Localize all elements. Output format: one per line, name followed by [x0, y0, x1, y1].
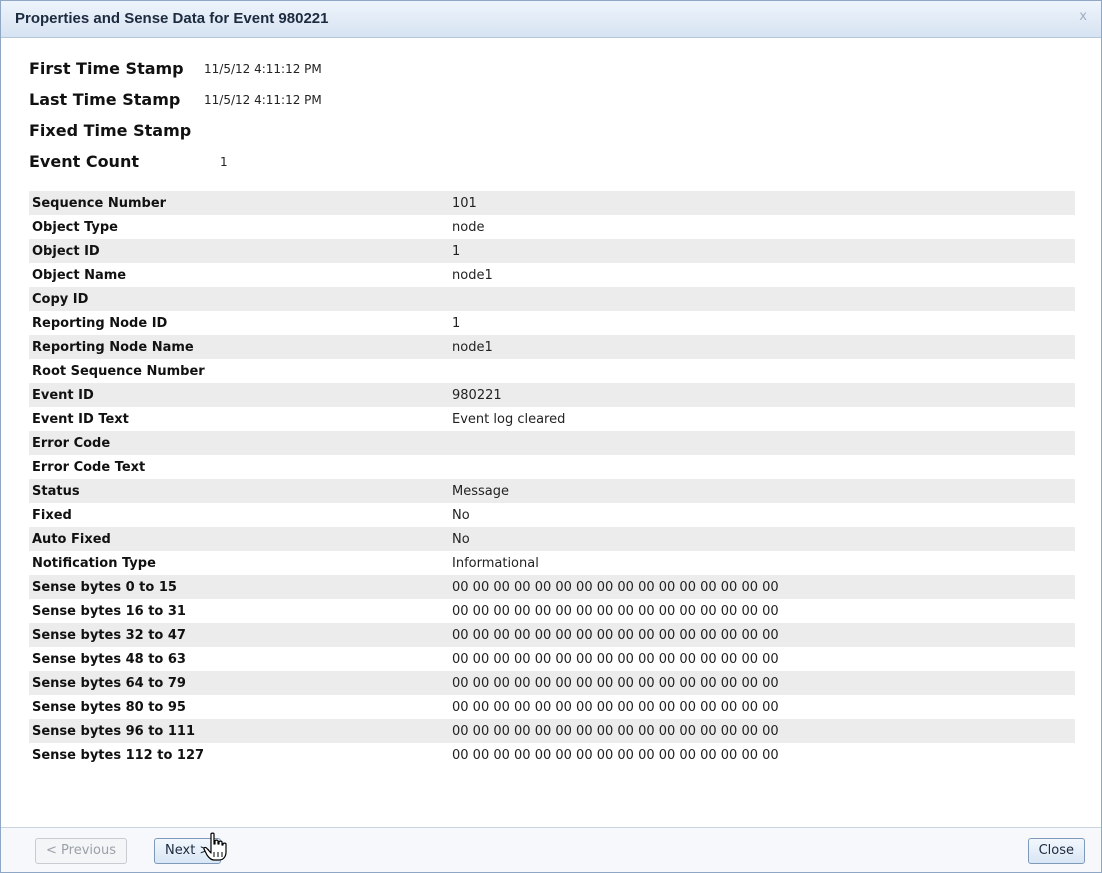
property-row: Sense bytes 64 to 79 00 00 00 00 00 00 00… — [29, 671, 1075, 695]
property-row: Error Code Text — [29, 455, 1075, 479]
property-label: Root Sequence Number — [32, 363, 205, 379]
dialog-titlebar: Properties and Sense Data for Event 9802… — [1, 1, 1101, 38]
property-label: Status — [29, 479, 452, 503]
fixed-time-stamp-label: Fixed Time Stamp — [29, 121, 192, 140]
property-label: Event ID Text — [32, 411, 129, 427]
dialog-footer: < Previous Next > Close — [1, 827, 1101, 872]
first-time-stamp-label: First Time Stamp — [29, 59, 184, 78]
last-time-stamp-value: 11/5/12 4:11:12 PM — [204, 93, 322, 107]
property-row: Copy ID — [29, 287, 1075, 311]
property-value: 00 00 00 00 00 00 00 00 00 00 00 00 00 0… — [452, 719, 1075, 743]
property-label: Notification Type — [32, 555, 156, 571]
property-row: Status Message — [29, 479, 1075, 503]
property-value: node1 — [452, 267, 493, 283]
property-value: 00 00 00 00 00 00 00 00 00 00 00 00 00 0… — [452, 603, 779, 619]
property-row: Notification Type Informational — [29, 551, 1075, 575]
property-row: Object Name node1 — [29, 263, 1075, 287]
hand-pointer-icon — [203, 832, 227, 861]
property-label: Sequence Number — [29, 191, 452, 215]
property-label: Auto Fixed — [29, 527, 452, 551]
property-value: 1 — [452, 315, 461, 331]
property-value — [452, 287, 1075, 311]
property-row: Sense bytes 0 to 15 00 00 00 00 00 00 00 … — [29, 575, 1075, 599]
property-row: Reporting Node Name node1 — [29, 335, 1075, 359]
property-row: Sense bytes 80 to 95 00 00 00 00 00 00 00… — [29, 695, 1075, 719]
property-row: Sequence Number 101 — [29, 191, 1075, 215]
property-row: Event ID Text Event log cleared — [29, 407, 1075, 431]
property-label: Reporting Node Name — [29, 335, 452, 359]
property-value — [452, 359, 1075, 383]
property-row: Object Type node — [29, 215, 1075, 239]
property-label: Sense bytes 80 to 95 — [32, 699, 186, 715]
property-label: Sense bytes 32 to 47 — [29, 623, 452, 647]
properties-table: Sequence Number 101 Object Type node Object … — [29, 191, 1075, 767]
event-count-value: 1 — [220, 155, 228, 169]
property-value: Message — [452, 479, 1075, 503]
last-time-stamp-label: Last Time Stamp — [29, 90, 181, 109]
property-label: Sense bytes 0 to 15 — [29, 575, 452, 599]
property-label: Error Code — [29, 431, 452, 455]
property-label: Sense bytes 16 to 31 — [32, 603, 186, 619]
property-row: Sense bytes 48 to 63 00 00 00 00 00 00 00… — [29, 647, 1075, 671]
property-value: node1 — [452, 335, 1075, 359]
property-label: Event ID — [29, 383, 452, 407]
property-label: Reporting Node ID — [32, 315, 168, 331]
close-button[interactable]: Close — [1027, 838, 1085, 864]
property-value: Event log cleared — [452, 411, 566, 427]
property-label: Sense bytes 96 to 111 — [29, 719, 452, 743]
close-icon[interactable]: x — [1079, 9, 1087, 24]
property-value: 00 00 00 00 00 00 00 00 00 00 00 00 00 0… — [452, 747, 779, 763]
property-label: Copy ID — [29, 287, 452, 311]
property-label: Object ID — [29, 239, 452, 263]
property-label: Object Type — [32, 219, 118, 235]
property-value: node — [452, 219, 485, 235]
property-value: 00 00 00 00 00 00 00 00 00 00 00 00 00 0… — [452, 623, 1075, 647]
property-value: Informational — [452, 555, 539, 571]
property-value: 00 00 00 00 00 00 00 00 00 00 00 00 00 0… — [452, 671, 1075, 695]
property-row: Sense bytes 32 to 47 00 00 00 00 00 00 00… — [29, 623, 1075, 647]
property-value — [452, 455, 1075, 479]
first-time-stamp-value: 11/5/12 4:11:12 PM — [204, 62, 322, 76]
property-label: Error Code Text — [32, 459, 146, 475]
property-value: 00 00 00 00 00 00 00 00 00 00 00 00 00 0… — [452, 651, 779, 667]
property-row: Auto Fixed No — [29, 527, 1075, 551]
property-value: 101 — [452, 191, 1075, 215]
property-value — [452, 431, 1075, 455]
property-label: Sense bytes 48 to 63 — [32, 651, 186, 667]
property-row: Error Code — [29, 431, 1075, 455]
property-label: Object Name — [32, 267, 127, 283]
property-label: Fixed — [32, 507, 72, 523]
property-row: Sense bytes 112 to 127 00 00 00 00 00 00 … — [29, 743, 1075, 767]
property-value: 00 00 00 00 00 00 00 00 00 00 00 00 00 0… — [452, 699, 779, 715]
property-label: Sense bytes 112 to 127 — [32, 747, 205, 763]
property-value: No — [452, 527, 1075, 551]
property-value: 980221 — [452, 383, 1075, 407]
property-row: Sense bytes 96 to 111 00 00 00 00 00 00 0… — [29, 719, 1075, 743]
property-row: Event ID 980221 — [29, 383, 1075, 407]
previous-button[interactable]: < Previous — [35, 838, 127, 864]
property-row: Fixed No — [29, 503, 1075, 527]
event-count-label: Event Count — [29, 152, 139, 171]
property-row: Sense bytes 16 to 31 00 00 00 00 00 00 00… — [29, 599, 1075, 623]
property-value: 1 — [452, 239, 1075, 263]
property-row: Reporting Node ID 1 — [29, 311, 1075, 335]
dialog-title: Properties and Sense Data for Event 9802… — [15, 10, 329, 27]
property-row: Root Sequence Number — [29, 359, 1075, 383]
property-value: 00 00 00 00 00 00 00 00 00 00 00 00 00 0… — [452, 575, 1075, 599]
property-label: Sense bytes 64 to 79 — [29, 671, 452, 695]
event-properties-dialog: Properties and Sense Data for Event 9802… — [0, 0, 1102, 873]
property-value: No — [452, 507, 470, 523]
property-row: Object ID 1 — [29, 239, 1075, 263]
